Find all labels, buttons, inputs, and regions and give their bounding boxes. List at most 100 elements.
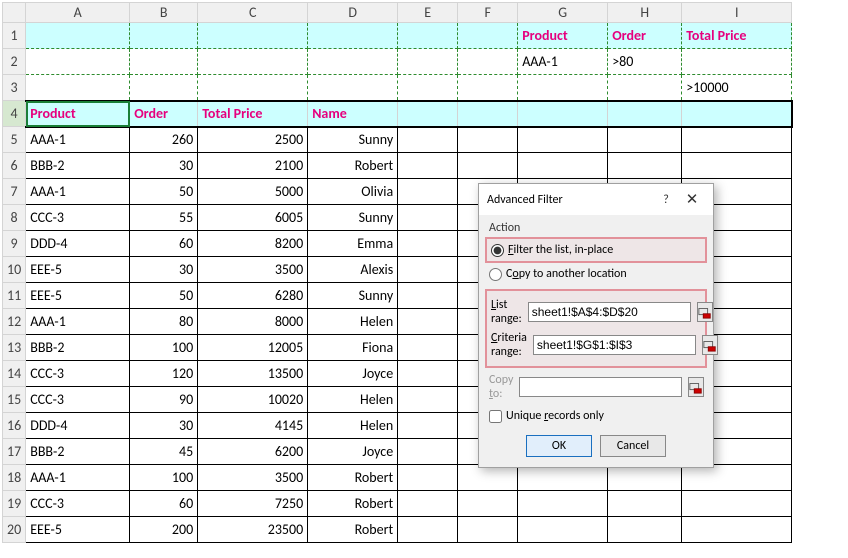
cell-D4[interactable]: Name <box>308 101 398 127</box>
cell-G1[interactable]: Product <box>518 23 608 49</box>
row-header-16[interactable]: 16 <box>3 413 26 439</box>
cell-B7[interactable]: 50 <box>130 179 198 205</box>
cell-I1[interactable]: Total Price <box>682 23 792 49</box>
cell-D5[interactable]: Sunny <box>308 127 398 153</box>
cell-B16[interactable]: 30 <box>130 413 198 439</box>
cell-C11[interactable]: 6280 <box>198 283 308 309</box>
cell-A14[interactable]: CCC-3 <box>26 361 130 387</box>
cell-I20[interactable] <box>682 517 792 543</box>
cell-H19[interactable] <box>608 491 682 517</box>
cell-D6[interactable]: Robert <box>308 153 398 179</box>
cell-B15[interactable]: 90 <box>130 387 198 413</box>
filter-in-place-radio[interactable]: Filter the list, in-place <box>491 241 701 259</box>
cell-H6[interactable] <box>608 153 682 179</box>
list-range-picker[interactable] <box>697 302 713 322</box>
cell-C5[interactable]: 2500 <box>198 127 308 153</box>
row-header-8[interactable]: 8 <box>3 205 26 231</box>
cell-C20[interactable]: 23500 <box>198 517 308 543</box>
cell-B17[interactable]: 45 <box>130 439 198 465</box>
cell-C9[interactable]: 8200 <box>198 231 308 257</box>
cell-B1[interactable] <box>130 23 198 49</box>
col-header-I[interactable]: I <box>682 3 792 23</box>
row-header-20[interactable]: 20 <box>3 517 26 543</box>
cell-A6[interactable]: BBB-2 <box>26 153 130 179</box>
cell-E8[interactable] <box>398 205 458 231</box>
cell-F18[interactable] <box>458 465 518 491</box>
cell-E5[interactable] <box>398 127 458 153</box>
cell-B2[interactable] <box>130 49 198 75</box>
cell-C3[interactable] <box>198 75 308 101</box>
cell-A5[interactable]: AAA-1 <box>26 127 130 153</box>
cell-E18[interactable] <box>398 465 458 491</box>
row-header-19[interactable]: 19 <box>3 491 26 517</box>
cell-D10[interactable]: Alexis <box>308 257 398 283</box>
cell-C16[interactable]: 4145 <box>198 413 308 439</box>
cell-C15[interactable]: 10020 <box>198 387 308 413</box>
cell-F20[interactable] <box>458 517 518 543</box>
cell-F5[interactable] <box>458 127 518 153</box>
cell-F4[interactable] <box>458 101 518 127</box>
cell-G20[interactable] <box>518 517 608 543</box>
row-header-11[interactable]: 11 <box>3 283 26 309</box>
cell-I2[interactable] <box>682 49 792 75</box>
cell-E12[interactable] <box>398 309 458 335</box>
cell-H1[interactable]: Order <box>608 23 682 49</box>
copy-to-location-radio[interactable]: Copy to another location <box>489 265 703 283</box>
cell-A10[interactable]: EEE-5 <box>26 257 130 283</box>
cell-A4[interactable]: Product <box>26 101 130 127</box>
cell-A3[interactable] <box>26 75 130 101</box>
cell-B5[interactable]: 260 <box>130 127 198 153</box>
cell-E19[interactable] <box>398 491 458 517</box>
col-header-B[interactable]: B <box>130 3 198 23</box>
cell-E2[interactable] <box>398 49 458 75</box>
cell-C17[interactable]: 6200 <box>198 439 308 465</box>
cell-F3[interactable] <box>458 75 518 101</box>
col-header-D[interactable]: D <box>308 3 398 23</box>
cell-B14[interactable]: 120 <box>130 361 198 387</box>
cell-C19[interactable]: 7250 <box>198 491 308 517</box>
cell-D17[interactable]: Joyce <box>308 439 398 465</box>
cell-H4[interactable] <box>608 101 682 127</box>
help-button[interactable]: ? <box>653 193 679 207</box>
ok-button[interactable]: OK <box>526 435 592 457</box>
cell-A7[interactable]: AAA-1 <box>26 179 130 205</box>
cell-G2[interactable]: AAA-1 <box>518 49 608 75</box>
cell-A11[interactable]: EEE-5 <box>26 283 130 309</box>
cell-B9[interactable]: 60 <box>130 231 198 257</box>
cell-F19[interactable] <box>458 491 518 517</box>
cell-A2[interactable] <box>26 49 130 75</box>
cell-D19[interactable]: Robert <box>308 491 398 517</box>
cell-D8[interactable]: Sunny <box>308 205 398 231</box>
cell-H20[interactable] <box>608 517 682 543</box>
unique-records-checkbox[interactable]: Unique records only <box>489 409 703 423</box>
row-header-7[interactable]: 7 <box>3 179 26 205</box>
col-header-A[interactable]: A <box>26 3 130 23</box>
cell-D11[interactable]: Sunny <box>308 283 398 309</box>
cell-A16[interactable]: DDD-4 <box>26 413 130 439</box>
row-header-18[interactable]: 18 <box>3 465 26 491</box>
col-header-H[interactable]: H <box>608 3 682 23</box>
row-header-5[interactable]: 5 <box>3 127 26 153</box>
row-header-1[interactable]: 1 <box>3 23 26 49</box>
cell-B13[interactable]: 100 <box>130 335 198 361</box>
row-header-10[interactable]: 10 <box>3 257 26 283</box>
cell-G4[interactable] <box>518 101 608 127</box>
cell-B6[interactable]: 30 <box>130 153 198 179</box>
cell-D18[interactable]: Robert <box>308 465 398 491</box>
cell-C7[interactable]: 5000 <box>198 179 308 205</box>
cell-I5[interactable] <box>682 127 792 153</box>
cell-F1[interactable] <box>458 23 518 49</box>
cell-A18[interactable]: AAA-1 <box>26 465 130 491</box>
cell-A9[interactable]: DDD-4 <box>26 231 130 257</box>
cell-E20[interactable] <box>398 517 458 543</box>
cell-B8[interactable]: 55 <box>130 205 198 231</box>
cell-B20[interactable]: 200 <box>130 517 198 543</box>
cell-B19[interactable]: 60 <box>130 491 198 517</box>
row-header-9[interactable]: 9 <box>3 231 26 257</box>
cell-G3[interactable] <box>518 75 608 101</box>
cell-A12[interactable]: AAA-1 <box>26 309 130 335</box>
cell-A8[interactable]: CCC-3 <box>26 205 130 231</box>
cell-C12[interactable]: 8000 <box>198 309 308 335</box>
cell-A19[interactable]: CCC-3 <box>26 491 130 517</box>
cell-A1[interactable] <box>26 23 130 49</box>
